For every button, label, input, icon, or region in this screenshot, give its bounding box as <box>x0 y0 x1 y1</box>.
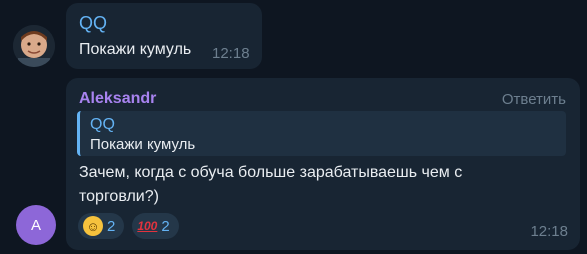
message-sender[interactable]: Aleksandr <box>79 90 156 108</box>
message-sender[interactable]: QQ <box>79 13 107 34</box>
reaction-count: 2 <box>161 217 170 235</box>
user-avatar-letter[interactable]: A <box>16 205 56 245</box>
reply-quote[interactable]: QQ Покажи кумуль <box>77 111 566 156</box>
reply-button[interactable]: Ответить <box>502 91 566 108</box>
avatar-initial: A <box>30 216 41 234</box>
message-bubble[interactable]: Aleksandr Ответить QQ Покажи кумуль Заче… <box>66 78 580 250</box>
message-text: Покажи кумуль <box>79 41 192 58</box>
reactions-bar: ☺ 2 100 2 <box>78 213 179 239</box>
message-text-line: торговли?) <box>79 188 159 205</box>
quote-text: Покажи кумуль <box>90 136 196 153</box>
avatar-photo-icon <box>13 25 55 67</box>
reaction-hundred[interactable]: 100 2 <box>132 213 179 239</box>
grinning-face-icon: ☺ <box>83 216 103 236</box>
message-text-line: Зачем, когда с обуча больше зарабатываеш… <box>79 164 463 181</box>
quote-sender: QQ <box>90 116 115 133</box>
message-bubble[interactable]: QQ Покажи кумуль 12:18 <box>66 3 262 69</box>
user-avatar-photo[interactable] <box>13 25 55 67</box>
message-time: 12:18 <box>212 45 250 62</box>
message-time: 12:18 <box>530 223 568 240</box>
reaction-count: 2 <box>107 217 116 235</box>
hundred-points-icon: 100 <box>137 219 158 233</box>
reaction-grinning[interactable]: ☺ 2 <box>78 213 125 239</box>
